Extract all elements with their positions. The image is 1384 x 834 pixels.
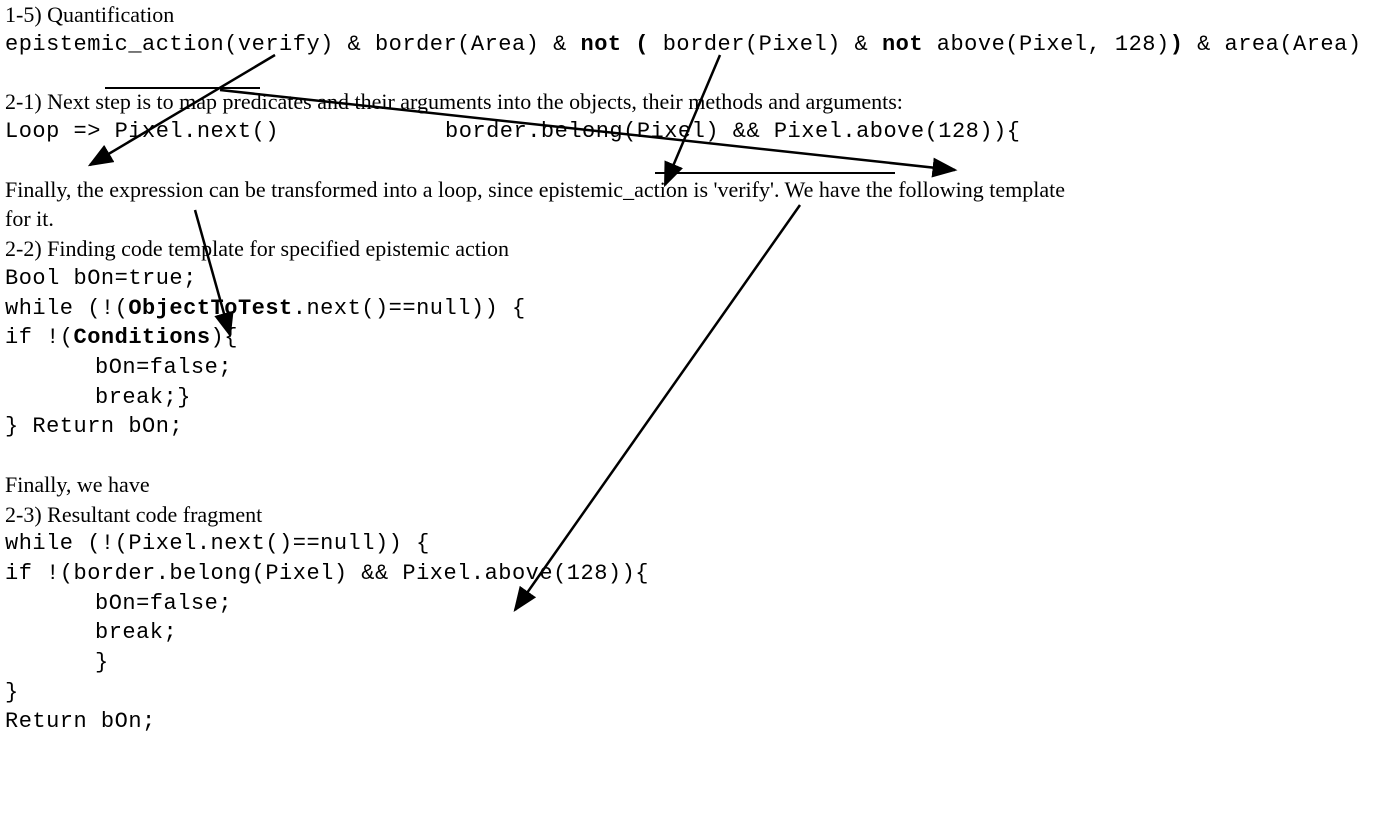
section-2-1-heading: 2-1) Next step is to map predicates and …: [5, 87, 1384, 117]
keyword-not: not: [882, 32, 923, 57]
code-line: break;}: [5, 383, 1384, 413]
paragraph-finally-1a: Finally, the expression can be transform…: [5, 175, 1384, 205]
code-fragment: border(Pixel) &: [663, 32, 882, 57]
keyword-not: not (: [581, 32, 663, 57]
code-line: while (!(Pixel.next()==null)) {: [5, 529, 1384, 559]
code-line: }: [5, 678, 1384, 708]
code-fragment: .next()==null)) {: [293, 296, 526, 321]
code-fragment: epistemic_action(verify) & border(Area) …: [5, 32, 581, 57]
code-line: Bool bOn=true;: [5, 264, 1384, 294]
code-line: bOn=false;: [5, 589, 1384, 619]
paragraph-finally-2: Finally, we have: [5, 470, 1384, 500]
code-fragment: ){: [211, 325, 238, 350]
code-fragment: above(Pixel, 128): [923, 32, 1170, 57]
section-2-2-heading: 2-2) Finding code template for specified…: [5, 234, 1384, 264]
code-line: } Return bOn;: [5, 412, 1384, 442]
code-line: if !(Conditions){: [5, 323, 1384, 353]
code-fragment: while (!(: [5, 296, 128, 321]
code-fragment: Loop => Pixel.next(): [5, 117, 445, 147]
paragraph-finally-1b: for it.: [5, 204, 1384, 234]
code-fragment: border.belong(Pixel) && Pixel.above(128)…: [445, 119, 1021, 144]
code-line: while (!(ObjectToTest.next()==null)) {: [5, 294, 1384, 324]
code-line: break;: [5, 618, 1384, 648]
code-fragment: & area(Area): [1183, 32, 1361, 57]
code-line: Return bOn;: [5, 707, 1384, 737]
section-1-5-code: epistemic_action(verify) & border(Area) …: [5, 30, 1384, 60]
placeholder: ObjectToTest: [128, 296, 292, 321]
section-1-5-heading: 1-5) Quantification: [5, 0, 1384, 30]
section-2-1-code: Loop => Pixel.next()border.belong(Pixel)…: [5, 117, 1384, 147]
placeholder: Conditions: [74, 325, 211, 350]
code-line: if !(border.belong(Pixel) && Pixel.above…: [5, 559, 1384, 589]
code-fragment: if !(: [5, 325, 74, 350]
section-2-3-heading: 2-3) Resultant code fragment: [5, 500, 1384, 530]
close-paren: ): [1170, 32, 1184, 57]
code-line: }: [5, 648, 1384, 678]
code-line: bOn=false;: [5, 353, 1384, 383]
